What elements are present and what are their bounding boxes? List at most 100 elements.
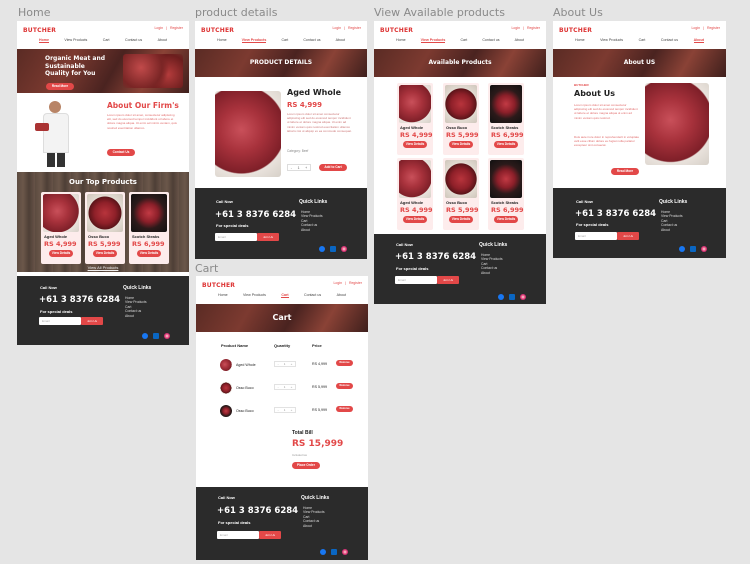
hero-read-more-button[interactable]: Read More — [46, 83, 74, 90]
cart-qty-stepper[interactable]: -1 + — [274, 361, 296, 367]
nav-view-products[interactable]: View Products — [600, 38, 623, 42]
product-card[interactable]: Osso Buco RS 5,999 View Details — [85, 192, 125, 264]
product-card[interactable]: Aged Whole RS 4,999 View Details — [397, 158, 433, 230]
footer-email-input[interactable]: Email — [217, 531, 259, 539]
footer-join-button[interactable]: Join Us — [81, 317, 103, 325]
facebook-icon[interactable] — [320, 549, 326, 555]
nav-home[interactable]: Home — [396, 38, 406, 42]
footer-email-input[interactable]: Email — [39, 317, 81, 325]
linkedin-icon[interactable] — [153, 333, 159, 339]
view-all-products-link[interactable]: View All Products — [17, 265, 189, 270]
brand-logo[interactable]: BUTCHER — [201, 27, 234, 34]
footer-email-input[interactable]: Email — [215, 233, 257, 241]
nav-view-products[interactable]: View Products — [243, 293, 266, 297]
quantity-stepper[interactable]: -1 + — [287, 164, 311, 171]
brand-logo[interactable]: BUTCHER — [23, 27, 56, 34]
linkedin-icon[interactable] — [509, 294, 515, 300]
about-contact-button[interactable]: Contact Us — [107, 149, 135, 156]
remove-button[interactable]: Remove — [336, 406, 353, 412]
view-details-button[interactable]: View Details — [494, 216, 518, 223]
register-link[interactable]: Register — [170, 26, 183, 30]
nav-home[interactable]: Home — [39, 38, 49, 43]
instagram-icon[interactable] — [341, 246, 347, 252]
add-to-cart-button[interactable]: Add to Cart — [319, 164, 347, 171]
nav-contact[interactable]: Contact us — [304, 293, 321, 297]
about-read-more-button[interactable]: Read More — [611, 168, 639, 175]
instagram-icon[interactable] — [342, 549, 348, 555]
brand-logo[interactable]: BUTCHER — [559, 27, 592, 34]
view-details-button[interactable]: View Details — [403, 216, 427, 223]
facebook-icon[interactable] — [319, 246, 325, 252]
view-details-button[interactable]: View Details — [449, 141, 473, 148]
nav-home[interactable]: Home — [217, 38, 227, 42]
cart-qty-stepper[interactable]: -1 + — [274, 384, 296, 390]
instagram-icon[interactable] — [164, 333, 170, 339]
linkedin-icon[interactable] — [690, 246, 696, 252]
view-details-button[interactable]: View Details — [494, 141, 518, 148]
product-card[interactable]: Scotch Steaks RS 6,999 View Details — [488, 83, 524, 155]
login-link[interactable]: Login — [511, 26, 520, 30]
login-link[interactable]: Login — [691, 26, 700, 30]
nav-cart[interactable]: Cart — [281, 38, 288, 42]
nav-cart[interactable]: Cart — [281, 293, 289, 298]
nav-cart[interactable]: Cart — [103, 38, 110, 42]
footer-join-button[interactable]: Join Us — [437, 276, 459, 284]
register-link[interactable]: Register — [707, 26, 720, 30]
nav-about[interactable]: About — [337, 293, 346, 297]
nav-about[interactable]: About — [158, 38, 167, 42]
view-details-button[interactable]: View Details — [93, 250, 117, 257]
view-details-button[interactable]: View Details — [49, 250, 73, 257]
instagram-icon[interactable] — [701, 246, 707, 252]
footer-join-button[interactable]: Join Us — [259, 531, 281, 539]
footer-email-input[interactable]: Email — [395, 276, 437, 284]
register-link[interactable]: Register — [348, 26, 361, 30]
login-link[interactable]: Login — [154, 26, 163, 30]
facebook-icon[interactable] — [498, 294, 504, 300]
nav-view-products[interactable]: View Products — [420, 38, 446, 43]
nav-home[interactable]: Home — [218, 293, 228, 297]
linkedin-icon[interactable] — [330, 246, 336, 252]
footer-email-input[interactable]: Email — [575, 232, 617, 240]
brand-logo[interactable]: BUTCHER — [202, 282, 235, 289]
view-details-button[interactable]: View Details — [449, 216, 473, 223]
footer-join-button[interactable]: Join Us — [257, 233, 279, 241]
nav-contact[interactable]: Contact us — [661, 38, 678, 42]
nav-contact[interactable]: Contact us — [482, 38, 499, 42]
nav-home[interactable]: Home — [575, 38, 585, 42]
nav-about[interactable]: About — [515, 38, 524, 42]
nav-cart[interactable]: Cart — [639, 38, 646, 42]
brand-logo[interactable]: BUTCHER — [380, 27, 413, 34]
linkedin-icon[interactable] — [331, 549, 337, 555]
register-link[interactable]: Register — [527, 26, 540, 30]
login-link[interactable]: Login — [333, 281, 342, 285]
nav-about[interactable]: About — [336, 38, 345, 42]
instagram-icon[interactable] — [520, 294, 526, 300]
remove-button[interactable]: Remove — [336, 360, 353, 366]
nav-cart[interactable]: Cart — [460, 38, 467, 42]
product-card[interactable]: Aged Whole RS 4,999 View Details — [397, 83, 433, 155]
product-card[interactable]: Aged Whole RS 4,999 View Details — [41, 192, 81, 264]
footer-link-about[interactable]: About — [125, 314, 147, 318]
product-card[interactable]: Scotch Steaks RS 6,999 View Details — [488, 158, 524, 230]
cart-qty-stepper[interactable]: -1 + — [274, 407, 296, 413]
view-details-button[interactable]: View Details — [137, 250, 161, 257]
remove-button[interactable]: Remove — [336, 383, 353, 389]
login-link[interactable]: Login — [332, 26, 341, 30]
register-link[interactable]: Register — [349, 281, 362, 285]
nav-view-products[interactable]: View Products — [241, 38, 267, 43]
footer-link-about[interactable]: About — [661, 228, 683, 232]
nav-about[interactable]: About — [693, 38, 704, 43]
nav-view-products[interactable]: View Products — [64, 38, 87, 42]
product-card[interactable]: Osso Buco RS 5,999 View Details — [443, 83, 479, 155]
nav-contact[interactable]: Contact us — [125, 38, 142, 42]
facebook-icon[interactable] — [679, 246, 685, 252]
footer-join-button[interactable]: Join Us — [617, 232, 639, 240]
footer-link-about[interactable]: About — [301, 228, 323, 232]
view-details-button[interactable]: View Details — [403, 141, 427, 148]
footer-link-about[interactable]: About — [481, 271, 503, 275]
nav-contact[interactable]: Contact us — [303, 38, 320, 42]
place-order-button[interactable]: Place Order — [292, 462, 320, 469]
product-card[interactable]: Osso Buco RS 5,999 View Details — [443, 158, 479, 230]
facebook-icon[interactable] — [142, 333, 148, 339]
product-card[interactable]: Scotch Steaks RS 6,999 View Details — [129, 192, 169, 264]
